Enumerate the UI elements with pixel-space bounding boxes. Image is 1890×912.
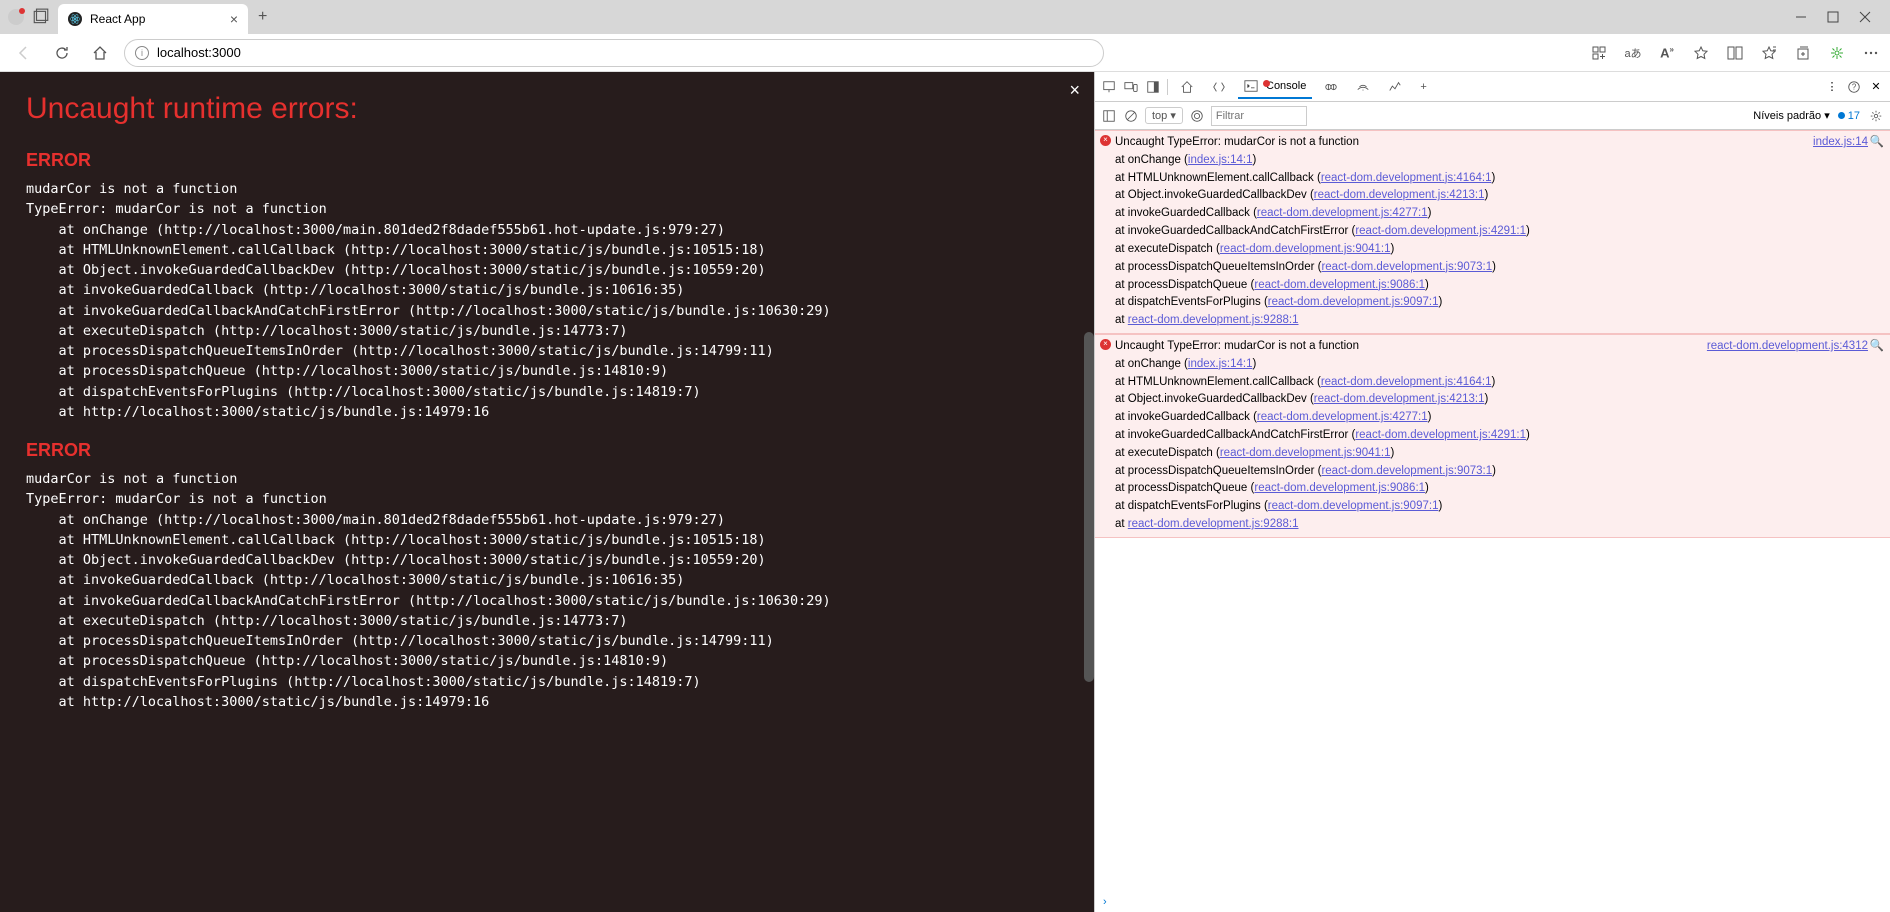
stack-link[interactable]: react-dom.development.js:4291:1 xyxy=(1355,429,1526,441)
scrollbar-thumb[interactable] xyxy=(1084,332,1094,682)
devtools-close-icon[interactable]: ✕ xyxy=(1868,79,1884,95)
inspect-icon[interactable] xyxy=(1101,79,1117,95)
stack-link[interactable]: react-dom.development.js:4164:1 xyxy=(1321,376,1492,388)
tab-network[interactable] xyxy=(1350,76,1376,98)
tab-welcome[interactable] xyxy=(1174,76,1200,98)
refresh-button[interactable] xyxy=(48,39,76,67)
window-close-button[interactable] xyxy=(1858,10,1872,24)
tab-close-icon[interactable]: × xyxy=(230,11,238,27)
home-button[interactable] xyxy=(86,39,114,67)
read-aloud-icon[interactable]: aあ xyxy=(1624,44,1642,62)
error-stack: mudarCor is not a function TypeError: mu… xyxy=(26,469,1068,712)
window-titlebar: React App × + xyxy=(0,0,1890,34)
favorite-icon[interactable] xyxy=(1692,44,1710,62)
page-viewport: Programação asd asd asdas × Uncaught run… xyxy=(0,72,1094,912)
tab-console-label: Console xyxy=(1266,80,1306,92)
address-bar[interactable]: i localhost:3000 xyxy=(124,39,1104,67)
error-list: ERROR mudarCor is not a function TypeErro… xyxy=(26,150,1068,712)
tab-performance[interactable] xyxy=(1382,76,1408,98)
performance-icon[interactable] xyxy=(1828,44,1846,62)
clear-console-icon[interactable] xyxy=(1123,108,1139,124)
stack-link[interactable]: react-dom.development.js:4213:1 xyxy=(1314,393,1485,405)
minimize-button[interactable] xyxy=(1794,10,1808,24)
magnifier-icon[interactable]: 🔍 xyxy=(1870,338,1884,356)
stack-link[interactable]: react-dom.development.js:9097:1 xyxy=(1268,296,1439,308)
stack-link[interactable]: react-dom.development.js:9041:1 xyxy=(1220,447,1391,459)
tab-more[interactable]: + xyxy=(1414,77,1432,97)
console-error-message[interactable]: ×index.js:14🔍Uncaught TypeError: mudarCo… xyxy=(1095,130,1890,334)
console-settings-icon[interactable] xyxy=(1868,108,1884,124)
browser-toolbar: i localhost:3000 aあ A» xyxy=(0,34,1890,72)
svg-text:?: ? xyxy=(1852,82,1857,91)
tab-elements[interactable] xyxy=(1206,76,1232,98)
devtools-tabstrip: Console + ⋮ ? ✕ xyxy=(1095,72,1890,102)
console-output[interactable]: ×index.js:14🔍Uncaught TypeError: mudarCo… xyxy=(1095,130,1890,892)
site-info-icon[interactable]: i xyxy=(135,46,149,60)
error-heading: ERROR xyxy=(26,150,1068,171)
error-badge-icon: × xyxy=(1100,135,1111,146)
devtools-more-icon[interactable]: ⋮ xyxy=(1824,79,1840,95)
overlay-title: Uncaught runtime errors: xyxy=(26,92,1068,126)
url-text: localhost:3000 xyxy=(157,45,241,60)
extensions-icon[interactable] xyxy=(1590,44,1608,62)
error-stack: mudarCor is not a function TypeError: mu… xyxy=(26,179,1068,422)
stack-link[interactable]: react-dom.development.js:9097:1 xyxy=(1268,500,1439,512)
live-expression-icon[interactable] xyxy=(1189,108,1205,124)
menu-icon[interactable] xyxy=(1862,44,1880,62)
stack-link[interactable]: react-dom.development.js:4277:1 xyxy=(1257,207,1428,219)
console-filter-input[interactable] xyxy=(1211,106,1307,126)
stack-link[interactable]: react-dom.development.js:4164:1 xyxy=(1321,172,1492,184)
toggle-sidebar-icon[interactable] xyxy=(1101,108,1117,124)
stack-link[interactable]: index.js:14:1 xyxy=(1188,154,1253,166)
levels-dropdown[interactable]: Níveis padrão ▾ xyxy=(1753,109,1829,122)
new-tab-button[interactable]: + xyxy=(258,8,267,26)
tab-issues[interactable] xyxy=(1318,76,1344,98)
stack-link[interactable]: react-dom.development.js:9073:1 xyxy=(1321,465,1492,477)
error-overlay: × Uncaught runtime errors: ERROR mudarCor… xyxy=(0,72,1094,912)
stack-link[interactable]: index.js:14:1 xyxy=(1188,358,1253,370)
content-area: Programação asd asd asdas × Uncaught run… xyxy=(0,72,1890,912)
error-badge-icon: × xyxy=(1100,339,1111,350)
browser-tab[interactable]: React App × xyxy=(58,4,248,34)
stack-link[interactable]: react-dom.development.js:4213:1 xyxy=(1314,189,1485,201)
collections-icon[interactable] xyxy=(1794,44,1812,62)
split-screen-icon[interactable] xyxy=(1726,44,1744,62)
profile-icon[interactable] xyxy=(8,9,24,25)
text-size-icon[interactable]: A» xyxy=(1658,44,1676,62)
devtools-panel: Console + ⋮ ? ✕ top ▾ Níveis padrão ▾ 17 xyxy=(1094,72,1890,912)
stack-link[interactable]: react-dom.development.js:9288:1 xyxy=(1128,518,1299,530)
message-source-link[interactable]: react-dom.development.js:4312 xyxy=(1707,338,1868,356)
back-button[interactable] xyxy=(10,39,38,67)
stack-link[interactable]: react-dom.development.js:9041:1 xyxy=(1220,243,1391,255)
devtools-help-icon[interactable]: ? xyxy=(1846,79,1862,95)
context-selector[interactable]: top ▾ xyxy=(1145,107,1183,124)
stack-link[interactable]: react-dom.development.js:9086:1 xyxy=(1254,279,1425,291)
react-favicon-icon xyxy=(68,12,82,26)
stack-link[interactable]: react-dom.development.js:9288:1 xyxy=(1128,314,1299,326)
tab-console[interactable]: Console xyxy=(1238,75,1312,99)
stack-link[interactable]: react-dom.development.js:4277:1 xyxy=(1257,411,1428,423)
maximize-button[interactable] xyxy=(1826,10,1840,24)
device-icon[interactable] xyxy=(1123,79,1139,95)
dock-icon[interactable] xyxy=(1145,79,1161,95)
console-toolbar: top ▾ Níveis padrão ▾ 17 xyxy=(1095,102,1890,130)
stack-link[interactable]: react-dom.development.js:9086:1 xyxy=(1254,482,1425,494)
favorites-list-icon[interactable] xyxy=(1760,44,1778,62)
error-heading: ERROR xyxy=(26,440,1068,461)
console-prompt[interactable]: › xyxy=(1095,892,1890,912)
stack-link[interactable]: react-dom.development.js:9073:1 xyxy=(1321,261,1492,273)
stack-link[interactable]: react-dom.development.js:4291:1 xyxy=(1355,225,1526,237)
magnifier-icon[interactable]: 🔍 xyxy=(1870,134,1884,152)
tab-actions-icon[interactable] xyxy=(32,8,50,26)
overlay-close-icon[interactable]: × xyxy=(1069,80,1080,101)
console-error-message[interactable]: ×react-dom.development.js:4312🔍Uncaught … xyxy=(1095,334,1890,538)
message-source-link[interactable]: index.js:14 xyxy=(1813,134,1868,152)
tab-title: React App xyxy=(90,12,145,26)
issue-count[interactable]: 17 xyxy=(1838,110,1860,122)
